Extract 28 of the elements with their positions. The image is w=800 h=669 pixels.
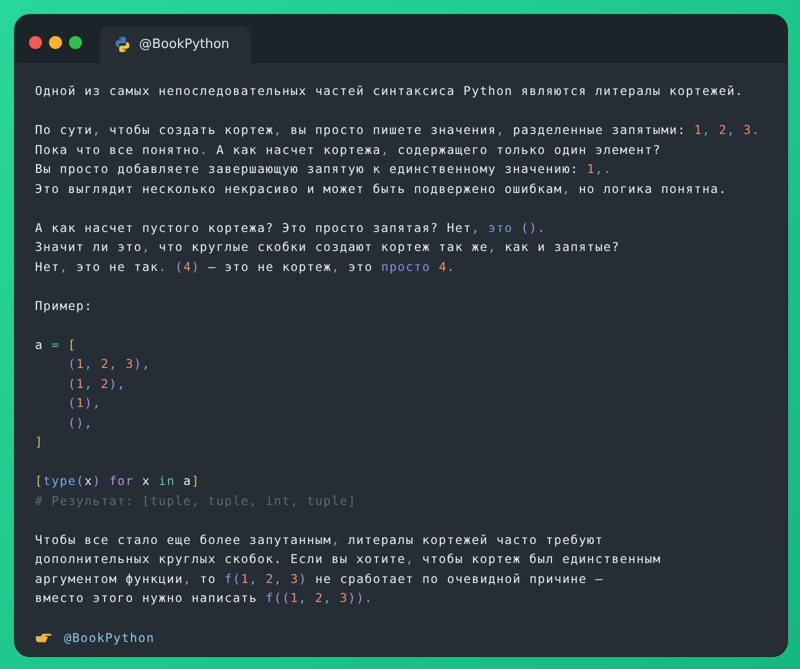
text-line: По сути, чтобы создать кортеж, вы просто пишете значения, разделенные запятыми: 1, 2, 3.	[35, 122, 760, 139]
code-line: (),	[66, 414, 93, 432]
text-line: Нет, это не так. (4) — это не кортеж, это просто 4.	[35, 258, 456, 276]
code-line: (1),	[66, 395, 101, 412]
code-line: [type(x) for x in a]	[35, 473, 200, 490]
code-line: # Результат: [tuple, tuple, int, tuple]	[35, 492, 356, 510]
text-line: Одной из самых непоследовательных частей синтаксиса Python являются литералы кортежей.	[35, 83, 744, 100]
code-line: (1, 2),	[66, 376, 126, 392]
minimize-icon[interactable]	[49, 36, 62, 48]
text-line: Пример:	[35, 298, 93, 314]
editor-tab[interactable]: @BookPython	[100, 26, 252, 63]
code-line: ]	[35, 434, 44, 451]
text-line: Это выглядит несколько некрасиво и может быть подвержено ошибкам, но логика понятна.	[35, 180, 727, 198]
zoom-icon[interactable]	[69, 36, 82, 48]
text-line: Пока что все понятно. А как насчет кортежа, содержащего только один элемент?	[35, 142, 662, 158]
channel-handle: @BookPython	[64, 631, 155, 645]
pointing-hand-icon	[35, 632, 52, 644]
code-line: (1, 2, 3),	[66, 356, 150, 373]
text-line: Значит ли это, что круглые скобки создают кортеж так же, как и запятые?	[35, 239, 620, 256]
text-line: Вы просто добавляете завершающую запятую к единственному значению: 1,.	[35, 161, 612, 178]
text-line: дополнительных круглых скобок. Если вы хотите, чтобы кортеж был единственным	[35, 551, 662, 568]
text-line: аргументом функции, то f(1, 2, 3) не сработает по очевидной причине —	[35, 570, 604, 588]
python-logo-icon	[114, 36, 131, 53]
text-line: Чтобы все стало еще более запутанным, литералы кортежей часто требуют	[35, 532, 604, 548]
text-line: вместо этого нужно написать f((1, 2, 3)).	[35, 590, 373, 607]
text-line: А как насчет пустого кортежа? Это просто запятая? Нет, это ().	[35, 220, 546, 236]
code-line: a = [	[35, 336, 76, 354]
close-icon[interactable]	[29, 36, 42, 48]
